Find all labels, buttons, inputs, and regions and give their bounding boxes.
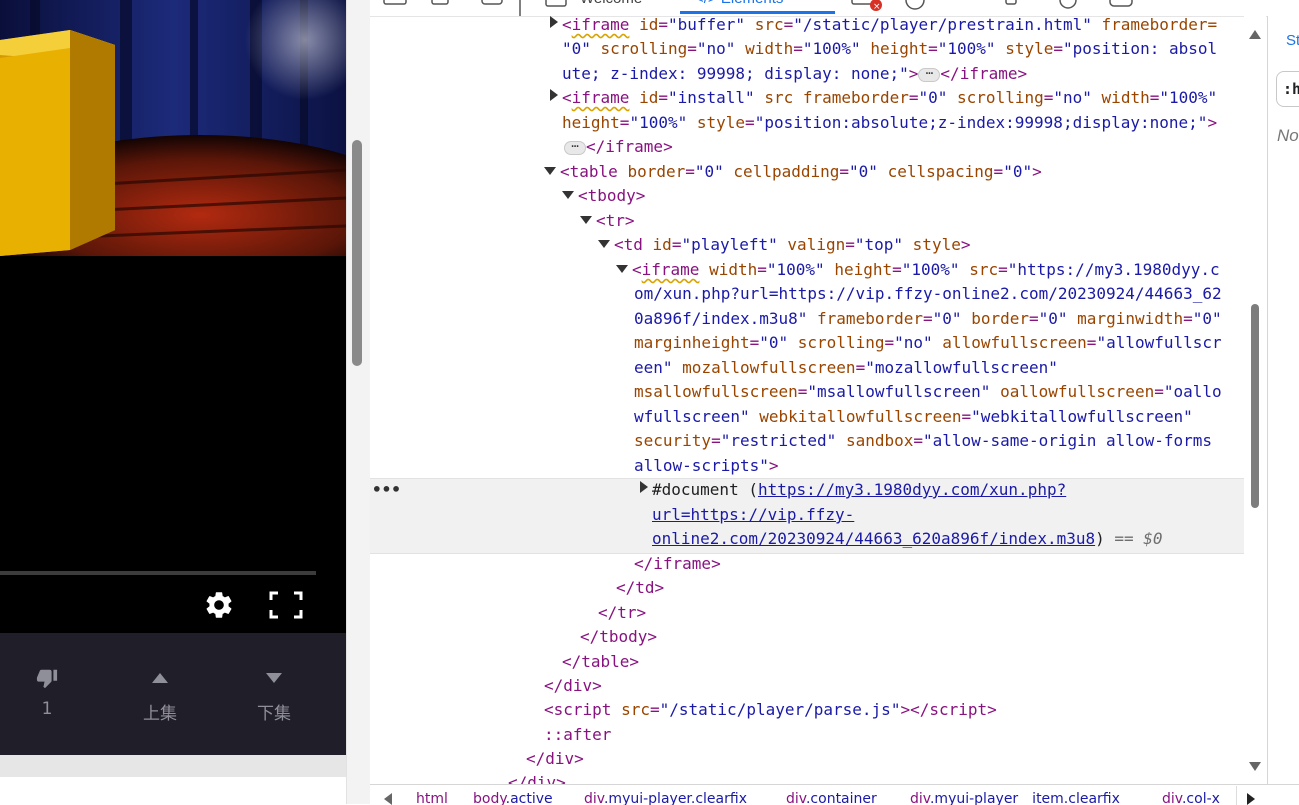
previous-episode-label: 上集 — [143, 704, 177, 724]
gear-icon — [206, 592, 232, 618]
styles-no-match-text: No — [1277, 126, 1299, 145]
scroll-down-arrow-icon[interactable] — [1249, 762, 1261, 771]
dom-attr-line: height="100%" style="position:absolute;z… — [562, 113, 1218, 132]
breadcrumb-right-button[interactable] — [1236, 786, 1267, 805]
dom-close-div[interactable]: </div> — [544, 674, 602, 698]
dom-node-iframe-install[interactable]: <iframe id="install" src frameborder="0"… — [550, 86, 1217, 110]
devtools-toolbar-icons: × Welcome </> Elements — [383, 0, 1133, 16]
breadcrumb-body[interactable]: body.active — [473, 791, 553, 805]
breadcrumb-div-container[interactable]: div.container — [786, 791, 877, 805]
dom-attr-line: msallowfullscreen="msallowfullscreen" oa… — [634, 382, 1222, 401]
video-progress-bar[interactable] — [0, 571, 316, 575]
caret-down-icon — [266, 673, 282, 683]
dom-node-iframe-player[interactable]: <iframe width="100%" height="100%" src="… — [616, 258, 1220, 282]
dom-breadcrumb: html body.active div.myui-player.clearfi… — [370, 784, 1299, 805]
page-background-strip — [0, 755, 346, 777]
elements-dom-tree[interactable]: <iframe id="buffer" src="/static/player/… — [370, 16, 1244, 784]
dom-attr-line: "0" scrolling="no" width="100%" height="… — [562, 39, 1218, 58]
video-frame-image — [0, 0, 346, 256]
dom-close-iframe[interactable]: </iframe> — [634, 552, 721, 576]
page-scrollbar-thumb[interactable] — [352, 140, 362, 366]
styles-filter-input[interactable]: :h — [1276, 71, 1299, 107]
dom-attr-line: security="restricted" sandbox="allow-sam… — [634, 431, 1212, 450]
dom-attr-line: om/xun.php?url=https://vip.ffzy-online2.… — [634, 284, 1222, 303]
dom-close-table[interactable]: </table> — [562, 650, 639, 674]
scroll-up-arrow-icon[interactable] — [1249, 30, 1261, 39]
dom-attr-line: ⋯ </iframe> — [564, 135, 673, 159]
tab-elements[interactable]: </> Elements — [695, 0, 783, 7]
dom-attr-line: 0a896f/index.m3u8" frameborder="0" borde… — [634, 309, 1222, 328]
dom-node-document[interactable]: #document (https://my3.1980dyy.com/xun.p… — [640, 478, 1066, 502]
node-options-ellipsis[interactable]: ••• — [372, 478, 401, 502]
player-actions-bar: 1 上集 下集 — [0, 633, 346, 755]
styles-tab[interactable]: St — [1286, 32, 1299, 49]
dom-node-tbody[interactable]: <tbody> — [562, 184, 645, 208]
dom-close-div[interactable]: </div> — [508, 771, 566, 784]
next-episode-button[interactable]: 下集 — [229, 633, 319, 755]
dom-close-td[interactable]: </td> — [616, 576, 664, 600]
dom-node-script[interactable]: <script src="/static/player/parse.js"></… — [544, 698, 997, 722]
tab-welcome[interactable]: Welcome — [580, 0, 642, 7]
dom-attr-line: ute; z-index: 99998; display: none;"> ⋯ </… — [562, 64, 1028, 83]
previous-episode-button[interactable]: 上集 — [115, 633, 205, 755]
devtools-toolbar: × Welcome </> Elements — [370, 0, 1299, 17]
dom-node-after-pseudo[interactable]: ::after — [544, 723, 611, 747]
settings-button[interactable] — [201, 587, 237, 623]
devtools-panel: × Welcome </> Elements <iframe id="buffe… — [370, 0, 1299, 805]
breadcrumb-right-arrow-icon — [1247, 793, 1255, 805]
dom-tree-scrollbar-thumb[interactable] — [1251, 304, 1259, 508]
dom-tree-scrollbar[interactable] — [1244, 16, 1266, 784]
video-player[interactable] — [0, 0, 346, 633]
dom-node-table[interactable]: <table border="0" cellpadding="0" cellsp… — [544, 160, 1042, 184]
selected-node-marker: == $0 — [1114, 529, 1163, 548]
document-url-link[interactable]: online2.com/20230924/44663_620a896f/inde… — [652, 529, 1095, 548]
breadcrumb-left-arrow-icon[interactable] — [382, 793, 392, 805]
thumbs-down-icon — [36, 669, 58, 689]
dislike-button[interactable]: 1 — [2, 633, 92, 755]
fullscreen-icon — [269, 591, 303, 619]
dom-attr-line: allow-scripts"> — [634, 456, 779, 475]
page-scrollbar[interactable] — [346, 0, 370, 804]
dom-close-div[interactable]: </div> — [526, 747, 584, 771]
dom-node-iframe-buffer[interactable]: <iframe id="buffer" src="/static/player/… — [550, 16, 1217, 37]
styles-pane: St :h No — [1267, 16, 1299, 784]
fullscreen-button[interactable] — [266, 587, 306, 623]
dom-attr-line: marginheight="0" scrolling="no" allowful… — [634, 333, 1222, 352]
document-url-link[interactable]: url=https://vip.ffzy- — [652, 503, 854, 527]
dom-close-tr[interactable]: </tr> — [598, 601, 646, 625]
breadcrumb-div-player-item[interactable]: div.myui-player__item.clearfix — [910, 791, 1120, 805]
dislike-count: 1 — [41, 699, 53, 719]
dom-attr-line: online2.com/20230924/44663_620a896f/inde… — [652, 529, 1163, 548]
dom-attr-line: wfullscreen" webkitallowfullscreen="webk… — [634, 407, 1193, 426]
breadcrumb-div-col[interactable]: div.col-x — [1162, 791, 1220, 805]
dom-node-td-playleft[interactable]: <td id="playleft" valign="top" style> — [598, 233, 970, 257]
dom-node-tr[interactable]: <tr> — [580, 209, 635, 233]
document-url-link[interactable]: https://my3.1980dyy.com/xun.php? — [758, 480, 1066, 499]
caret-up-icon — [152, 673, 168, 683]
dom-close-tbody[interactable]: </tbody> — [580, 625, 657, 649]
svg-text:×: × — [873, 2, 881, 12]
page-viewport: 1 上集 下集 — [0, 0, 346, 804]
next-episode-label: 下集 — [257, 704, 291, 724]
breadcrumb-html[interactable]: html — [416, 791, 448, 805]
styles-filter-text: :h — [1283, 80, 1299, 98]
breadcrumb-div-player[interactable]: div.myui-player.clearfix — [584, 791, 747, 805]
dom-attr-line: een" mozallowfullscreen="mozallowfullscr… — [634, 358, 1058, 377]
